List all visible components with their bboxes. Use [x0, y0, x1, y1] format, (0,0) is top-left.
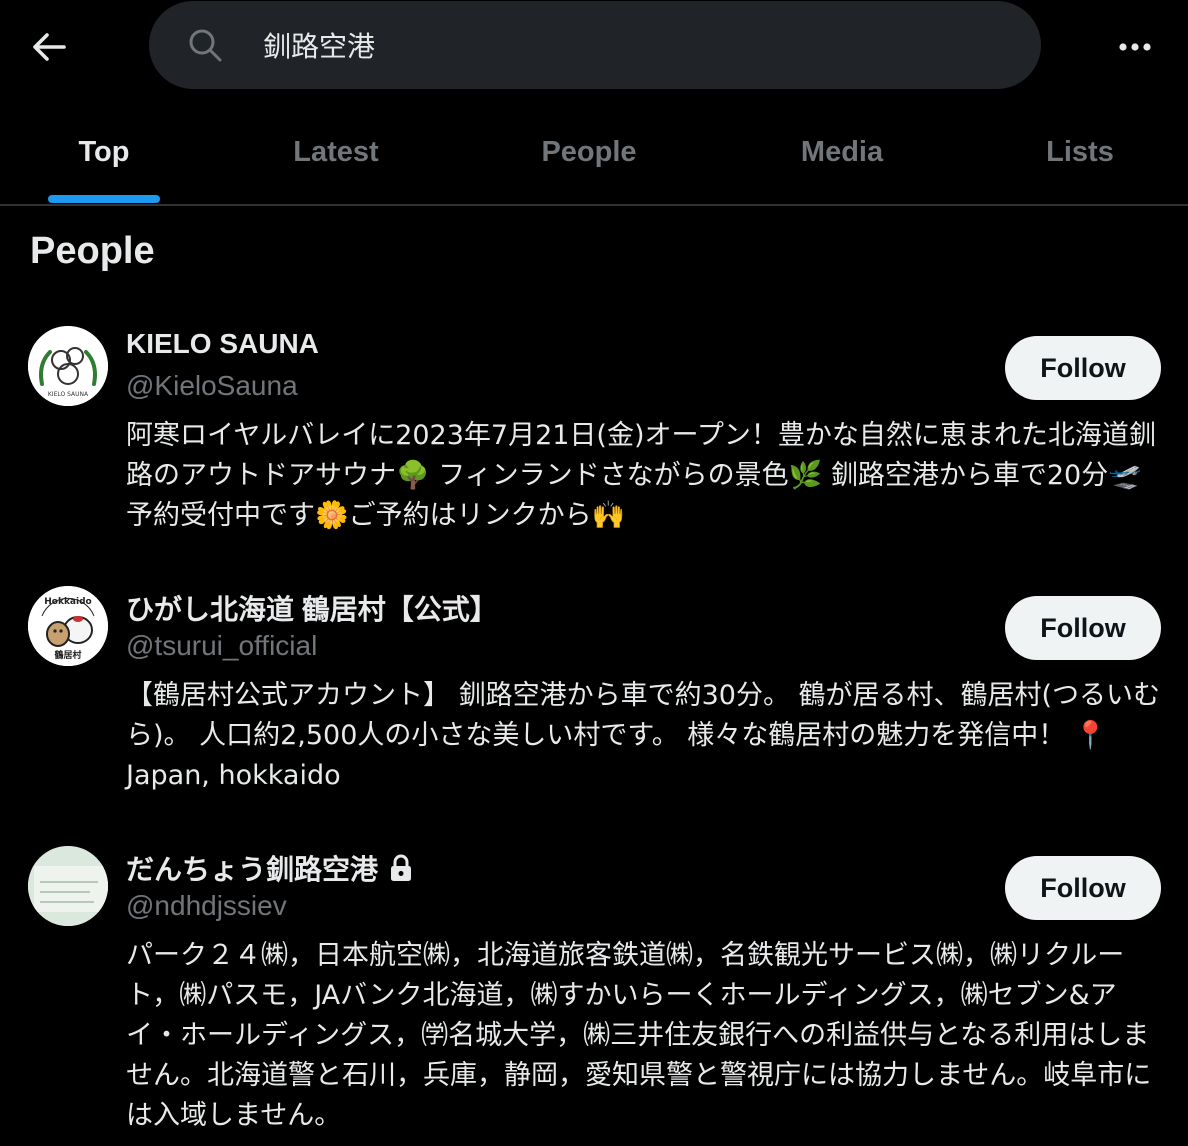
follow-button[interactable]: Follow: [1005, 336, 1161, 400]
follow-button[interactable]: Follow: [1005, 596, 1161, 660]
more-options-button[interactable]: [1108, 20, 1162, 74]
search-box[interactable]: [149, 1, 1041, 89]
user-name[interactable]: ひがし北海道 鶴居村【公式】: [126, 588, 498, 628]
tsurui-mascot-icon: Hokkaido 鶴居村: [28, 586, 108, 666]
user-bio: 阿寒ロイヤルバレイに2023年7月21日(金)オープン！豊かな自然に恵まれた北海…: [126, 420, 1156, 531]
kielo-sauna-logo-icon: KIELO SAUNA: [28, 326, 108, 406]
arrow-left-icon: [33, 33, 66, 61]
section-title: People: [30, 230, 155, 272]
lock-icon: [391, 854, 412, 881]
top-bar: [0, 0, 1188, 92]
user-name[interactable]: KIELO SAUNA: [126, 328, 319, 360]
ellipsis-icon: [1119, 43, 1151, 51]
active-tab-indicator: [48, 195, 160, 203]
user-handle[interactable]: @KieloSauna: [126, 370, 298, 402]
user-name-text[interactable]: だんちょう釧路空港: [126, 848, 378, 888]
user-name[interactable]: だんちょう釧路空港: [126, 848, 414, 888]
avatar[interactable]: Hokkaido 鶴居村: [28, 586, 108, 666]
user-handle[interactable]: @ndhdjssiev: [126, 890, 287, 922]
follow-button[interactable]: Follow: [1005, 856, 1161, 920]
tab-people[interactable]: People: [489, 100, 689, 204]
search-input[interactable]: [263, 23, 1003, 67]
svg-text:KIELO SAUNA: KIELO SAUNA: [48, 391, 89, 398]
tab-lists[interactable]: Lists: [990, 100, 1170, 204]
svg-text:Hokkaido: Hokkaido: [44, 597, 91, 607]
user-bio: パーク２４㈱，日本航空㈱，北海道旅客鉄道㈱，名鉄観光サービス㈱，㈱リクルート，㈱…: [126, 940, 1152, 1131]
avatar[interactable]: KIELO SAUNA: [28, 326, 108, 406]
tab-media[interactable]: Media: [742, 100, 942, 204]
tab-latest[interactable]: Latest: [236, 100, 436, 204]
back-button[interactable]: [22, 20, 76, 74]
svg-text:鶴居村: 鶴居村: [54, 649, 81, 661]
search-icon: [189, 29, 222, 62]
tab-top[interactable]: Top: [24, 100, 184, 204]
user-handle[interactable]: @tsurui_official: [126, 630, 317, 662]
avatar[interactable]: [28, 846, 108, 926]
user-bio: 【鶴居村公式アカウント】 釧路空港から車で約30分。 鶴が居る村、鶴居村(つるい…: [126, 680, 1161, 791]
search-tabs: Top Latest People Media Lists: [0, 100, 1188, 206]
document-photo-icon: [28, 846, 108, 926]
